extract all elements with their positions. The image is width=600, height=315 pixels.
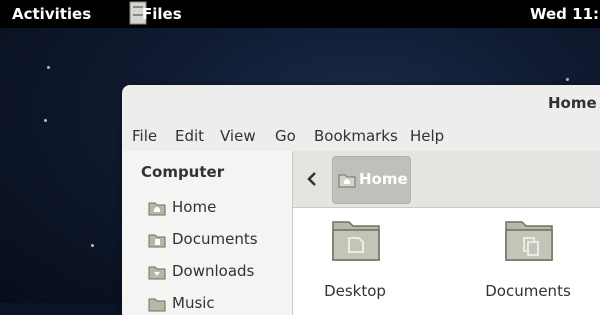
star [91, 244, 94, 247]
file-name: Documents [485, 282, 571, 300]
path-crumb-home[interactable]: Home [332, 156, 411, 204]
app-name: Files [142, 5, 182, 23]
sidebar-item-label: Home [172, 198, 217, 216]
home-folder-icon [338, 174, 356, 188]
star [566, 78, 569, 81]
home-folder-icon [148, 202, 166, 216]
sidebar-item-label: Documents [172, 230, 258, 248]
title-bar[interactable]: Home [122, 85, 600, 121]
star [47, 66, 50, 69]
documents-folder-icon [148, 234, 166, 248]
menu-file[interactable]: File [132, 127, 157, 145]
documents-folder-icon [505, 221, 553, 261]
activities-button[interactable]: Activities [12, 5, 91, 23]
menu-edit[interactable]: Edit [175, 127, 204, 145]
music-folder-icon [148, 298, 166, 312]
file-item-documents[interactable]: Documents [478, 216, 578, 315]
file-name: Desktop [324, 282, 386, 300]
back-button[interactable] [301, 167, 323, 191]
top-bar: Activities Files Wed 11:1 [0, 0, 600, 28]
window-title: Home [548, 94, 597, 112]
menu-go[interactable]: Go [275, 127, 296, 145]
sidebar-item-label: Downloads [172, 262, 255, 280]
menu-help[interactable]: Help [410, 127, 444, 145]
file-item-desktop[interactable]: Desktop [305, 216, 405, 315]
file-view: Desktop Documents [293, 208, 600, 315]
sidebar-item-label: Music [172, 294, 215, 312]
path-crumb-label: Home [359, 170, 408, 188]
menu-bar: File Edit View Go Bookmarks Help [122, 125, 600, 149]
desktop-folder-icon [332, 221, 380, 261]
menu-bookmarks[interactable]: Bookmarks [314, 127, 398, 145]
chevron-left-icon [307, 172, 316, 186]
menu-view[interactable]: View [220, 127, 256, 145]
files-window: Home File Edit View Go Bookmarks Help Co… [122, 85, 600, 315]
path-bar: Home [293, 151, 600, 208]
clock[interactable]: Wed 11:1 [530, 5, 600, 23]
sidebar-heading: Computer [141, 163, 225, 181]
downloads-folder-icon [148, 266, 166, 280]
sidebar: Computer Home Documents Downloads Music [122, 151, 293, 315]
star [44, 119, 47, 122]
